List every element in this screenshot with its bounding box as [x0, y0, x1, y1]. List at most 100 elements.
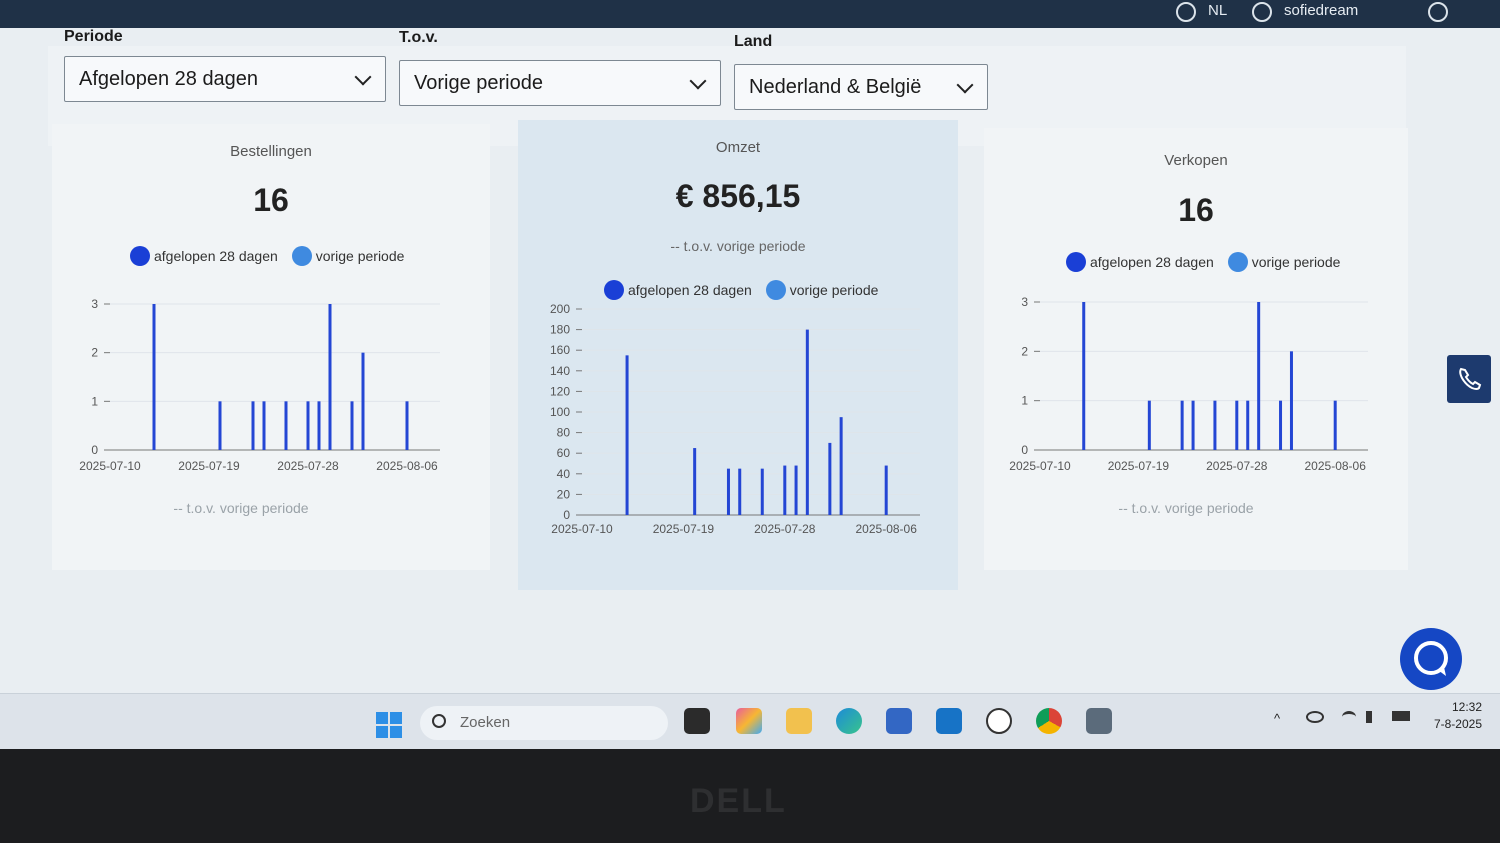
windows-start-icon[interactable] — [376, 712, 402, 738]
data-bar — [828, 442, 832, 515]
y-tick-label: 80 — [557, 426, 571, 440]
volume-icon[interactable] — [1366, 711, 1382, 723]
whatsapp-icon[interactable] — [986, 708, 1012, 734]
y-tick-label: 0 — [91, 443, 98, 457]
dell-logo: DELL — [690, 782, 787, 820]
data-bar — [284, 401, 288, 450]
y-tick-label: 0 — [1021, 443, 1028, 457]
data-bar — [306, 401, 310, 450]
data-bar — [350, 401, 354, 450]
chart-legend: afgelopen 28 dagen vorige periode — [604, 280, 888, 300]
x-tick-label: 2025-08-06 — [856, 522, 918, 536]
data-bar — [1082, 302, 1086, 450]
copilot-icon[interactable] — [736, 708, 762, 734]
y-tick-label: 180 — [550, 323, 570, 337]
y-tick-label: 140 — [550, 364, 570, 378]
edge-icon[interactable] — [836, 708, 862, 734]
top-navigation-bar: NL sofiedream — [0, 0, 1500, 28]
tov-select[interactable]: Vorige periode — [399, 60, 721, 106]
outlook-icon[interactable] — [936, 708, 962, 734]
check-circle-icon[interactable] — [1428, 2, 1448, 22]
y-tick-label: 1 — [91, 394, 98, 408]
x-tick-label: 2025-07-28 — [754, 522, 816, 536]
file-explorer-icon[interactable] — [786, 708, 812, 734]
data-bar — [738, 468, 742, 515]
user-menu[interactable]: sofiedream — [1284, 2, 1358, 19]
omzet-chart[interactable]: 0 20 40 60 80 100 120 140 160 180 200 2025-07-10 202… — [518, 300, 958, 560]
x-tick-label: 2025-07-28 — [1206, 459, 1268, 473]
y-tick-label: 1 — [1021, 394, 1028, 408]
task-view-icon[interactable] — [684, 708, 710, 734]
y-tick-label: 3 — [1021, 295, 1028, 309]
globe-icon[interactable] — [1176, 2, 1196, 22]
comparison-text: -- t.o.v. vorige periode — [173, 500, 309, 516]
x-tick-label: 2025-07-19 — [1108, 459, 1170, 473]
data-bar — [328, 304, 332, 450]
chevron-down-icon — [354, 68, 372, 86]
data-bar — [405, 401, 409, 450]
y-tick-label: 120 — [550, 384, 570, 398]
y-tick-label: 0 — [563, 508, 570, 522]
chevron-down-icon — [956, 76, 974, 94]
chevron-up-icon[interactable]: ^ — [1274, 711, 1280, 726]
verkopen-chart[interactable]: 0 1 2 3 2025-07-10 2025-07-19 2025-07-28 2025-0… — [984, 278, 1408, 488]
clock-time: 12:32 — [1451, 700, 1482, 714]
legend-current[interactable]: afgelopen 28 dagen — [1066, 252, 1214, 272]
data-bar — [152, 304, 156, 450]
chrome-icon[interactable] — [1036, 708, 1062, 734]
x-tick-label: 2025-07-10 — [79, 459, 141, 473]
card-omzet: Omzet € 856,15 -- t.o.v. vorige periode … — [518, 120, 958, 590]
phone-icon — [1459, 367, 1482, 390]
legend-previous[interactable]: vorige periode — [291, 246, 404, 266]
data-bar — [884, 465, 888, 515]
data-bar — [1257, 302, 1261, 450]
y-tick-label: 2 — [91, 346, 98, 360]
x-tick-label: 2025-08-06 — [1305, 459, 1367, 473]
battery-icon[interactable] — [1392, 711, 1410, 721]
data-bar — [805, 329, 809, 515]
chat-button[interactable] — [1400, 628, 1462, 690]
data-bar — [794, 465, 798, 515]
data-bar — [262, 401, 266, 450]
phone-button[interactable] — [1447, 355, 1491, 403]
legend-dot — [765, 280, 786, 300]
x-tick-label: 2025-07-19 — [178, 459, 240, 473]
clock[interactable]: 12:32 7-8-2025 — [1424, 699, 1482, 733]
y-tick-label: 60 — [557, 446, 571, 460]
land-select[interactable]: Nederland & België — [734, 64, 988, 110]
periode-select[interactable]: Afgelopen 28 dagen — [64, 56, 386, 102]
card-value: € 856,15 — [675, 178, 801, 214]
chart-legend: afgelopen 28 dagen vorige periode — [1066, 252, 1350, 272]
data-bar — [693, 448, 697, 515]
legend-dot — [1066, 252, 1086, 272]
legend-previous[interactable]: vorige periode — [1227, 252, 1340, 272]
app-icon[interactable] — [1086, 708, 1112, 734]
y-tick-label: 40 — [557, 467, 571, 481]
data-bar — [1213, 400, 1217, 450]
y-tick-label: 160 — [550, 343, 570, 357]
onedrive-icon[interactable] — [1306, 711, 1324, 723]
card-value: 16 — [1178, 192, 1214, 228]
language-selector[interactable]: NL — [1208, 2, 1227, 19]
search-icon — [432, 714, 446, 728]
legend-previous[interactable]: vorige periode — [765, 280, 878, 300]
legend-current[interactable]: afgelopen 28 dagen — [130, 246, 278, 266]
x-tick-label: 2025-07-19 — [653, 522, 715, 536]
data-bar — [317, 401, 321, 450]
search-placeholder: Zoeken — [460, 714, 511, 731]
x-tick-label: 2025-07-10 — [551, 522, 613, 536]
legend-current[interactable]: afgelopen 28 dagen — [604, 280, 752, 300]
card-value: 16 — [253, 182, 289, 218]
wifi-icon[interactable] — [1342, 711, 1356, 723]
data-bar — [1180, 400, 1184, 450]
data-bar — [1246, 400, 1250, 450]
taskbar-search[interactable]: Zoeken — [420, 706, 668, 740]
data-bar — [625, 355, 629, 515]
x-tick-label: 2025-07-10 — [1009, 459, 1071, 473]
store-icon[interactable] — [886, 708, 912, 734]
x-tick-label: 2025-08-06 — [376, 459, 438, 473]
user-icon[interactable] — [1252, 2, 1272, 22]
data-bar — [361, 352, 365, 450]
bestellingen-chart[interactable]: 0 1 2 3 2025-07-10 2025-07-19 2025-07-28 2025-0… — [52, 274, 490, 484]
y-tick-label: 2 — [1021, 344, 1028, 358]
